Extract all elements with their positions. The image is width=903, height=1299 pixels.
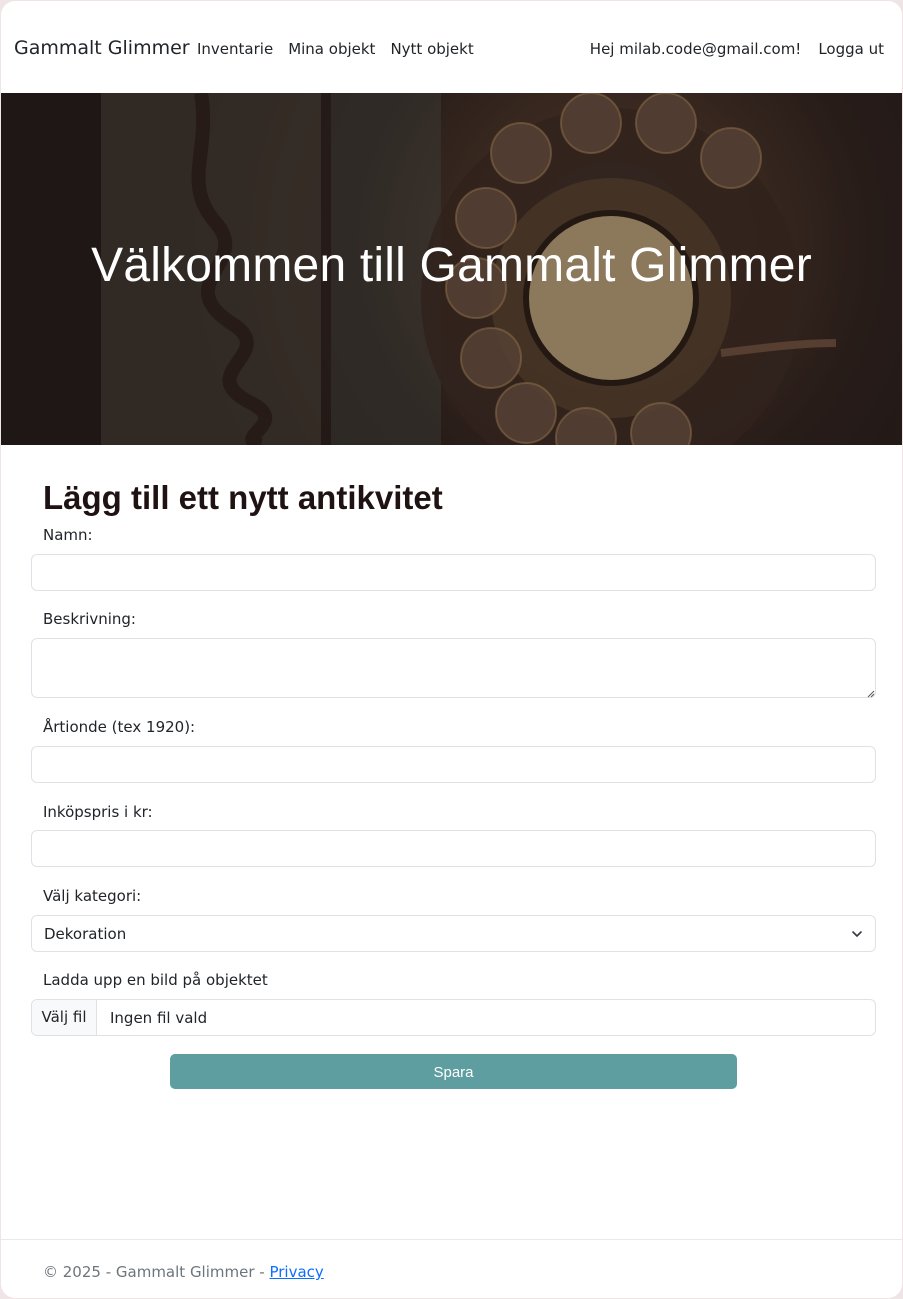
nav-links: Inventarie Mina objekt Nytt objekt [197, 40, 474, 58]
resize-grip-icon[interactable] [867, 690, 875, 698]
decade-input[interactable] [31, 746, 876, 783]
footer-copyright: © 2025 - Gammalt Glimmer - [43, 1263, 270, 1281]
category-selected-value: Dekoration [44, 925, 127, 943]
navbar: Gammalt Glimmer Inventarie Mina objekt N… [1, 1, 902, 94]
file-status-text: Ingen fil vald [110, 1009, 208, 1027]
footer: © 2025 - Gammalt Glimmer - Privacy [43, 1263, 324, 1281]
nav-link-inventarie[interactable]: Inventarie [197, 40, 273, 58]
brand-link[interactable]: Gammalt Glimmer [14, 37, 190, 59]
name-label: Namn: [43, 526, 93, 544]
user-greeting[interactable]: Hej milab.code@gmail.com! [590, 40, 802, 58]
chevron-down-icon [852, 931, 862, 937]
category-label: Välj kategori: [43, 887, 142, 905]
nav-link-nytt-objekt[interactable]: Nytt objekt [390, 40, 473, 58]
price-input[interactable] [31, 830, 876, 867]
save-button[interactable]: Spara [170, 1054, 737, 1089]
nav-user-area: Hej milab.code@gmail.com! Logga ut [590, 40, 884, 58]
page: Gammalt Glimmer Inventarie Mina objekt N… [1, 1, 902, 1298]
choose-file-button[interactable]: Välj fil [32, 1000, 97, 1035]
hero-title: Välkommen till Gammalt Glimmer [91, 239, 812, 292]
privacy-link[interactable]: Privacy [269, 1263, 323, 1281]
description-label: Beskrivning: [43, 610, 136, 628]
page-title: Lägg till ett nytt antikvitet [43, 479, 443, 516]
footer-divider [1, 1239, 902, 1240]
logout-link[interactable]: Logga ut [818, 40, 884, 58]
name-input[interactable] [31, 554, 876, 591]
upload-label: Ladda upp en bild på objektet [43, 971, 268, 989]
price-label: Inköpspris i kr: [43, 803, 153, 821]
category-select[interactable]: Dekoration [31, 915, 876, 952]
decade-label: Årtionde (tex 1920): [43, 718, 196, 736]
nav-link-mina-objekt[interactable]: Mina objekt [288, 40, 375, 58]
hero-banner: Välkommen till Gammalt Glimmer [1, 93, 902, 445]
description-textarea[interactable] [31, 638, 876, 698]
file-upload-input[interactable]: Välj fil Ingen fil vald [31, 999, 876, 1036]
